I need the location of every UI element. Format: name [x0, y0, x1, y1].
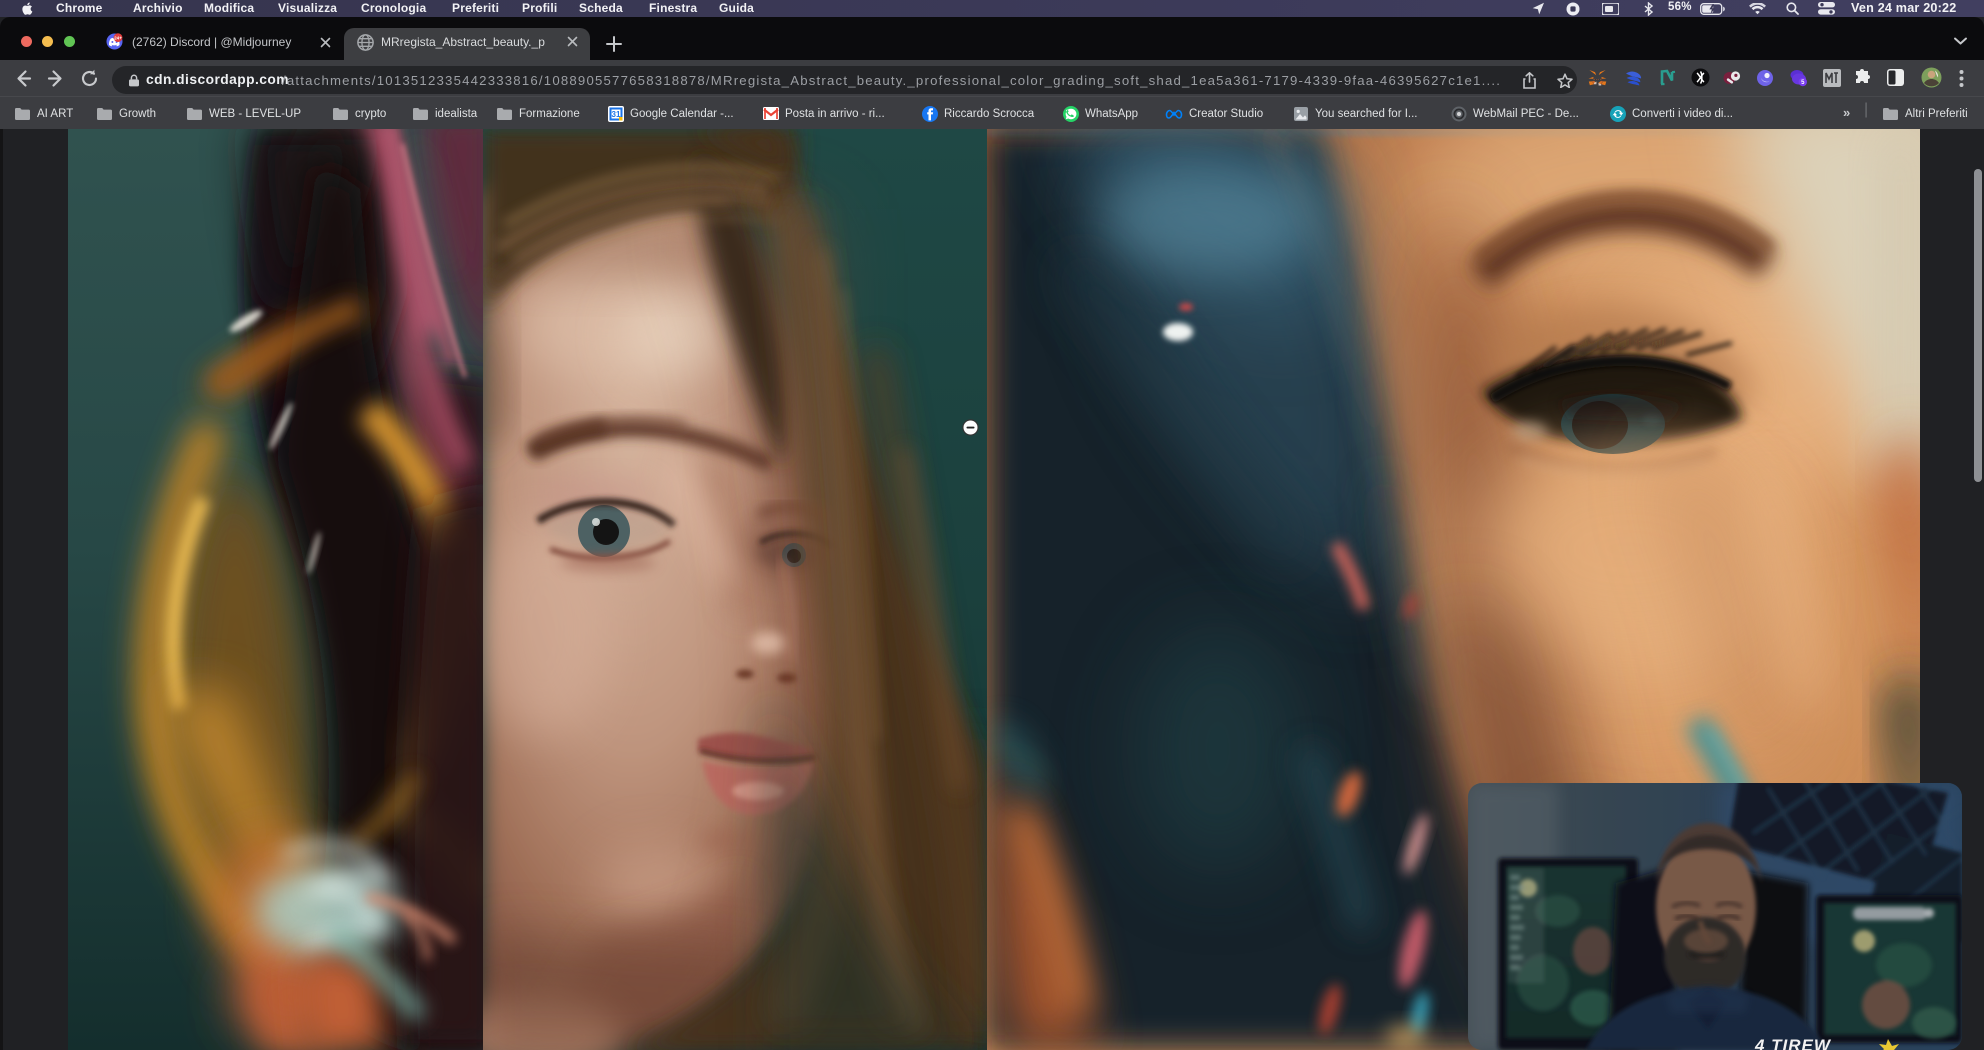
svg-text:4 TIREW: 4 TIREW — [1754, 1036, 1832, 1050]
svg-text:24+: 24+ — [114, 35, 122, 40]
